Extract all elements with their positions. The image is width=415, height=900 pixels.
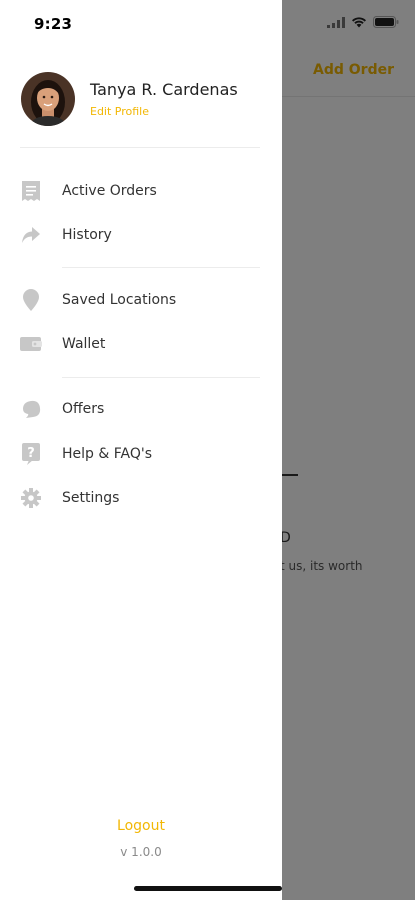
- navigation-drawer: 9:23 Tanya R. Cardenas Edit Profile Acti…: [0, 0, 282, 900]
- location-pin-icon: [20, 289, 42, 311]
- menu-item-offers[interactable]: Offers: [20, 393, 270, 425]
- wifi-icon: [352, 17, 366, 28]
- menu-item-active-orders[interactable]: Active Orders: [20, 175, 270, 207]
- status-icons: [327, 16, 399, 28]
- menu-item-wallet[interactable]: Wallet: [20, 328, 270, 360]
- menu-divider: [62, 267, 260, 268]
- menu-label: Settings: [62, 490, 120, 506]
- menu-item-history[interactable]: History: [20, 219, 270, 251]
- avatar-photo: [21, 72, 75, 126]
- menu-label: History: [62, 227, 112, 243]
- app-version: v 1.0.0: [120, 845, 162, 859]
- battery-icon: [373, 16, 399, 28]
- home-indicator[interactable]: [134, 886, 282, 891]
- wallet-icon: [20, 333, 42, 355]
- profile-section: Tanya R. Cardenas Edit Profile: [21, 72, 238, 126]
- receipt-icon: [20, 180, 42, 202]
- user-name: Tanya R. Cardenas: [90, 79, 238, 99]
- gear-icon: [20, 487, 42, 509]
- menu-item-help-faqs[interactable]: ? Help & FAQ's: [20, 438, 270, 470]
- svg-text:?: ?: [27, 446, 35, 461]
- edit-profile-link[interactable]: Edit Profile: [90, 105, 149, 118]
- menu-item-saved-locations[interactable]: Saved Locations: [20, 284, 270, 316]
- help-icon: ?: [20, 443, 42, 465]
- logout-button[interactable]: Logout: [0, 818, 282, 834]
- menu-label: Help & FAQ's: [62, 446, 152, 462]
- menu-label: Wallet: [62, 336, 106, 352]
- menu-label: Offers: [62, 401, 105, 417]
- profile-divider: [20, 147, 260, 148]
- menu-label: Saved Locations: [62, 292, 177, 308]
- menu-label: Active Orders: [62, 183, 157, 199]
- status-time: 9:23: [34, 15, 73, 33]
- cellular-signal-icon: [327, 16, 345, 28]
- menu-item-settings[interactable]: Settings: [20, 482, 270, 514]
- menu-divider: [62, 377, 260, 378]
- offer-tag-icon: [20, 398, 42, 420]
- avatar[interactable]: [21, 72, 75, 126]
- share-arrow-icon: [20, 224, 42, 246]
